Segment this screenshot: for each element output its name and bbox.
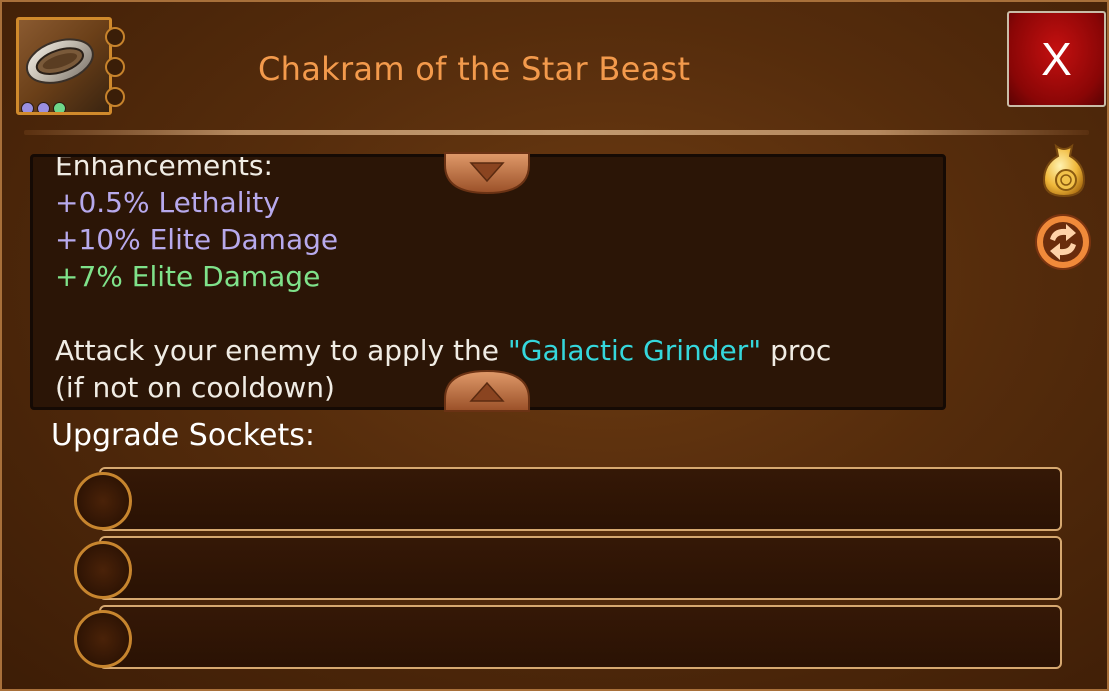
socket-ring-icon bbox=[74, 610, 132, 668]
header-divider bbox=[24, 130, 1089, 135]
item-title: Chakram of the Star Beast bbox=[258, 50, 691, 88]
upgrade-socket-slot-3[interactable] bbox=[99, 605, 1062, 669]
upgrade-socket-slot-2[interactable] bbox=[99, 536, 1062, 600]
proc-suffix: proc bbox=[761, 334, 832, 367]
gem-slot-3 bbox=[53, 102, 66, 112]
socket-ring-icon bbox=[74, 541, 132, 599]
proc-prefix: Attack your enemy to apply the bbox=[55, 334, 508, 367]
chakram-icon bbox=[16, 17, 112, 115]
proc-name: "Galactic Grinder" bbox=[507, 334, 762, 367]
stat-line: +7% Elite Damage bbox=[55, 260, 321, 293]
upgrade-sockets-label: Upgrade Sockets: bbox=[51, 418, 315, 453]
rune-slot-2 bbox=[105, 57, 125, 77]
scroll-up-button[interactable] bbox=[443, 369, 531, 413]
close-button[interactable]: X bbox=[1007, 11, 1106, 107]
gem-slot-2 bbox=[37, 102, 50, 112]
stat-line: +10% Elite Damage bbox=[55, 223, 339, 256]
rune-slot-3 bbox=[105, 87, 125, 107]
gem-slot-1 bbox=[21, 102, 34, 112]
rune-slot-1 bbox=[105, 27, 125, 47]
socket-ring-icon bbox=[74, 472, 132, 530]
coin-bag-icon[interactable] bbox=[1038, 142, 1090, 200]
scroll-down-button[interactable] bbox=[443, 151, 531, 195]
swap-icon[interactable] bbox=[1033, 212, 1093, 272]
upgrade-socket-slot-1[interactable] bbox=[99, 467, 1062, 531]
proc-description: Attack your enemy to apply the "Galactic… bbox=[55, 332, 935, 369]
item-detail-panel: Chakram of the Star Beast X Enhancements… bbox=[0, 0, 1109, 691]
